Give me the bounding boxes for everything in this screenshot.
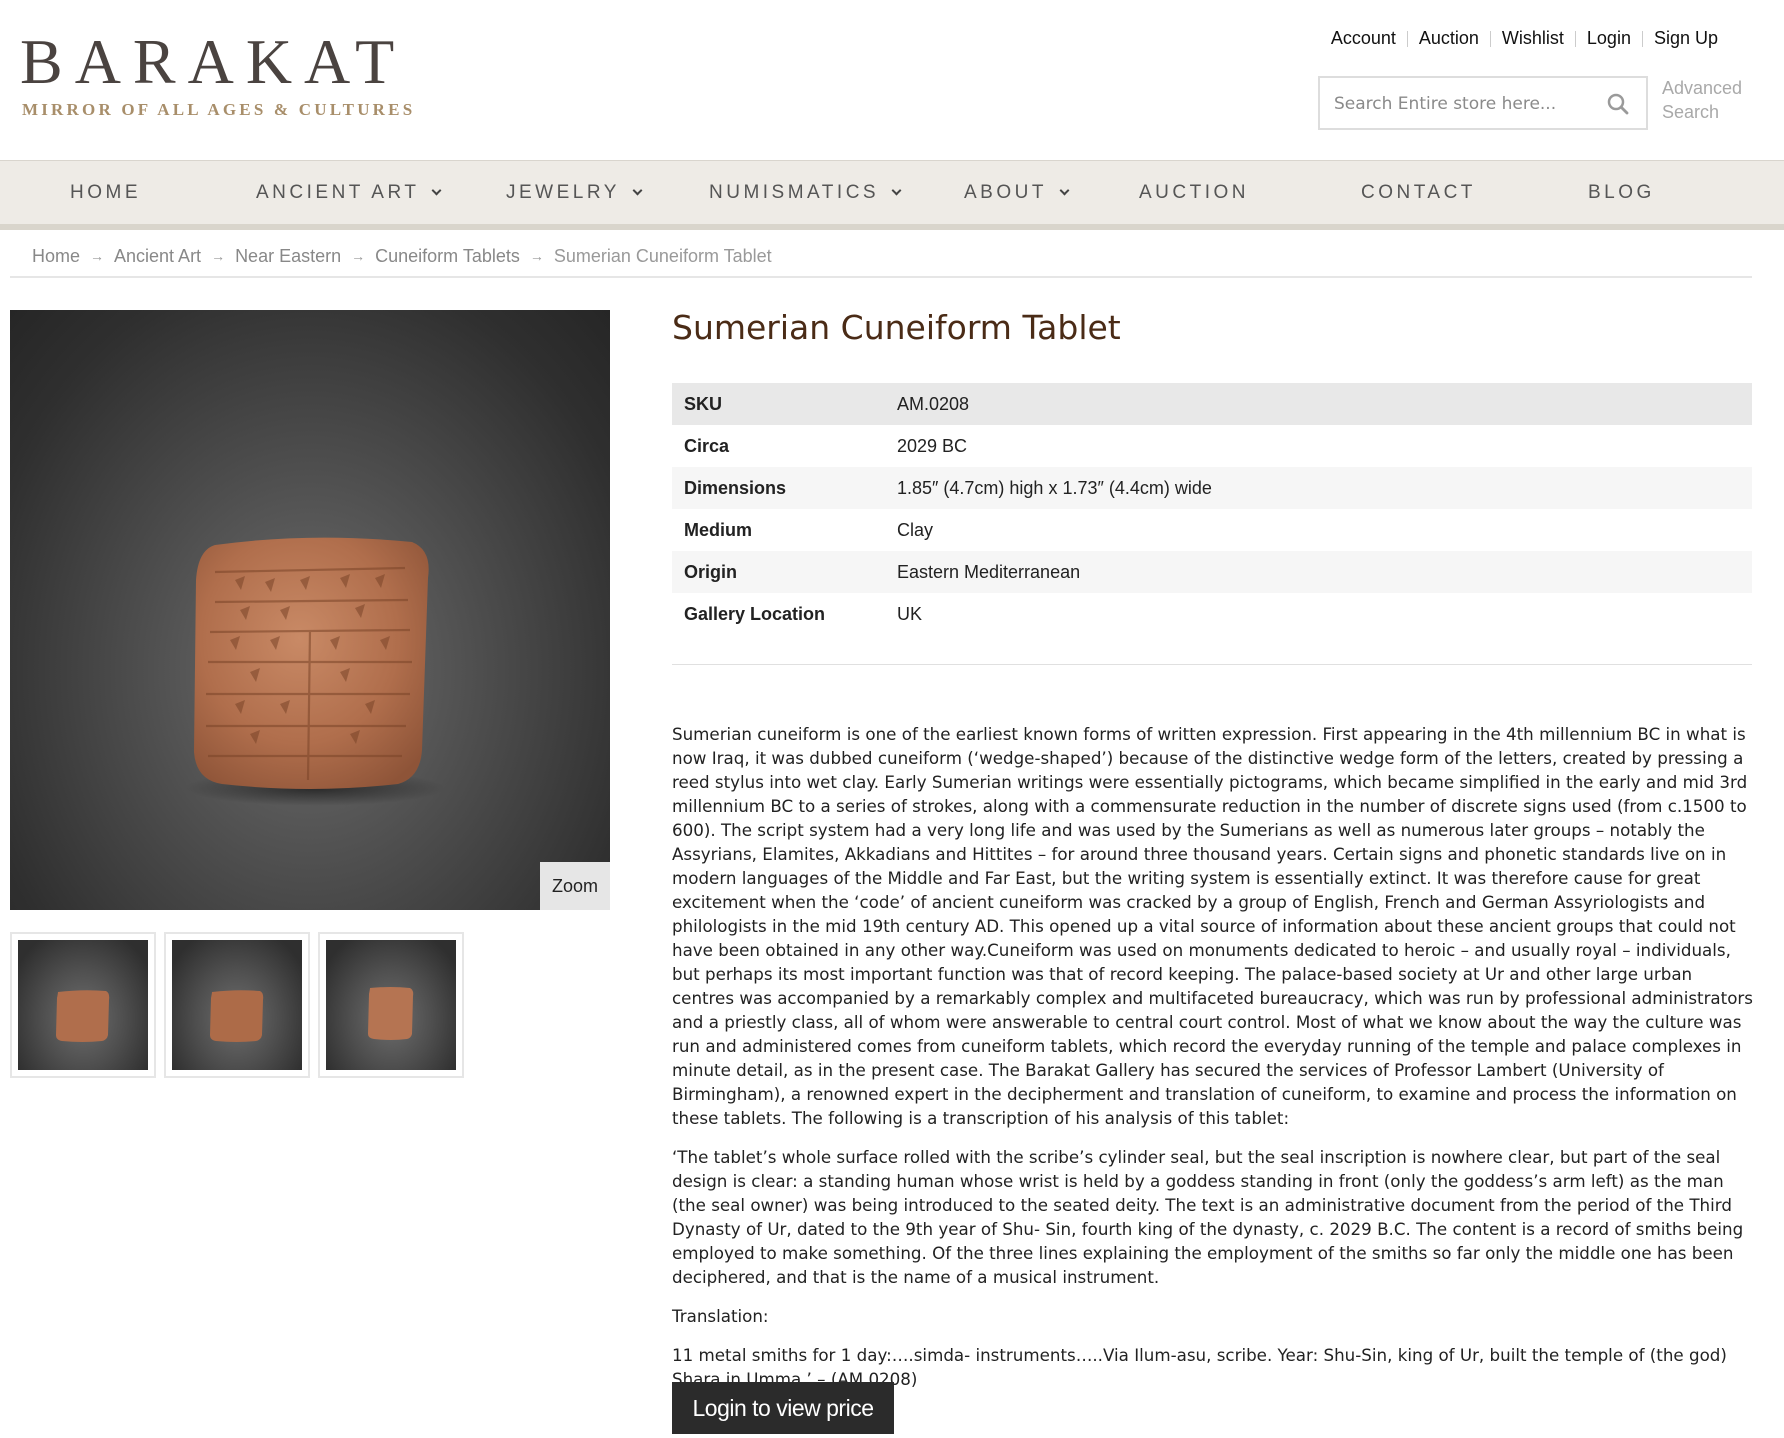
site-header: BARAKAT MIRROR OF ALL AGES & CULTURES Ac… [0,0,1784,160]
spec-key: Gallery Location [684,603,826,624]
logo-tagline: MIRROR OF ALL AGES & CULTURES [22,100,416,119]
spec-value: UK [897,603,923,624]
nav-label: ABOUT [964,182,1047,203]
description-paragraph: ‘The tablet’s whole surface rolled with … [672,1147,1744,1287]
nav-label: NUMISMATICS [709,182,880,203]
nav-item-ancient-art[interactable]: ANCIENT ART [256,161,442,225]
top-link-signup[interactable]: Sign Up [1654,28,1718,49]
thumbnail-image [172,940,302,1070]
divider [1641,30,1643,47]
divider [1406,30,1408,47]
spec-value: Clay [897,519,934,540]
chevron-down-icon [632,185,643,196]
product-main-image[interactable]: Zoom [10,310,610,910]
arrow-right-icon: → [351,248,366,264]
top-link-account[interactable]: Account [1331,28,1396,49]
nav-label: ANCIENT ART [256,182,420,203]
spec-row-origin: Origin Eastern Mediterranean [672,551,1752,593]
breadcrumb: Home → Ancient Art → Near Eastern → Cune… [10,236,1752,278]
spec-key: SKU [684,393,723,414]
arrow-right-icon: → [90,248,105,264]
thumbnail-3[interactable] [318,932,464,1078]
chevron-down-icon [432,185,442,196]
top-link-auction[interactable]: Auction [1419,28,1479,49]
spec-value: Eastern Mediterranean [897,561,1081,582]
nav-label: BLOG [1588,182,1655,203]
spec-key: Medium [684,519,753,540]
thumbnail-image [326,940,456,1070]
top-links: Account Auction Wishlist Login Sign Up [1331,28,1718,49]
nav-item-numismatics[interactable]: NUMISMATICS [709,161,902,225]
nav-item-contact[interactable]: CONTACT [1361,161,1476,225]
spec-row-medium: Medium Clay [672,509,1752,551]
breadcrumb-near-eastern[interactable]: Near Eastern [235,246,341,267]
zoom-button[interactable]: Zoom [540,862,610,910]
nav-item-auction[interactable]: AUCTION [1139,161,1249,225]
thumbnail-image [18,940,148,1070]
nav-label: HOME [70,182,141,203]
nav-label: CONTACT [1361,182,1476,203]
spec-value: 1.85″ (4.7cm) high x 1.73″ (4.4cm) wide [897,477,1212,498]
divider [1574,30,1576,47]
tablet-photo [185,537,445,806]
nav-item-blog[interactable]: BLOG [1588,161,1655,225]
product-description: Sumerian cuneiform is one of the earlies… [672,722,1756,1406]
nav-item-jewelry[interactable]: JEWELRY [506,161,643,225]
thumbnail-1[interactable] [10,932,156,1078]
search-icon[interactable] [1606,92,1630,116]
login-to-view-price-button[interactable]: Login to view price [672,1382,894,1434]
breadcrumb-current: Sumerian Cuneiform Tablet [553,245,772,266]
main-nav: HOME ANCIENT ART JEWELRY NUMISMATICS ABO… [0,160,1784,230]
spec-row-gallery-location: Gallery Location UK [672,593,1752,635]
spec-row-sku: SKU AM.0208 [672,383,1752,425]
nav-label: AUCTION [1139,182,1249,203]
advanced-search-link[interactable]: Advanced Search [1662,76,1772,124]
logo-title: BARAKAT [20,26,407,97]
breadcrumb-ancient-art[interactable]: Ancient Art [114,246,201,267]
nav-item-home[interactable]: HOME [70,161,141,225]
description-paragraph: Sumerian cuneiform is one of the earlies… [672,724,1753,1128]
product-title: Sumerian Cuneiform Tablet [672,308,1121,347]
thumbnail-strip [10,932,464,1078]
spec-key: Origin [684,561,737,582]
spec-key: Dimensions [684,477,787,498]
thumbnail-2[interactable] [164,932,310,1078]
arrow-right-icon: → [529,248,544,264]
top-link-login[interactable]: Login [1587,28,1631,49]
spec-value: AM.0208 [897,393,970,414]
site-logo[interactable]: BARAKAT MIRROR OF ALL AGES & CULTURES [20,30,430,130]
chevron-down-icon [1059,185,1070,196]
top-link-wishlist[interactable]: Wishlist [1502,28,1564,49]
breadcrumb-cuneiform-tablets[interactable]: Cuneiform Tablets [375,246,520,267]
spec-row-dimensions: Dimensions 1.85″ (4.7cm) high x 1.73″ (4.… [672,467,1752,509]
spec-table: SKU AM.0208 Circa 2029 BC Dimensions 1.85″ … [672,383,1752,635]
spec-value: 2029 BC [897,435,968,456]
nav-item-about[interactable]: ABOUT [964,161,1070,225]
divider [1489,30,1491,47]
spec-row-circa: Circa 2029 BC [672,425,1752,467]
nav-label: JEWELRY [506,182,620,203]
search-input[interactable] [1334,90,1594,118]
spec-key: Circa [684,435,730,456]
chevron-down-icon [891,185,902,196]
arrow-right-icon: → [211,248,226,264]
description-paragraph: Translation: [672,1306,769,1326]
search-box [1318,76,1648,130]
divider [672,664,1752,665]
breadcrumb-home[interactable]: Home [32,246,80,267]
